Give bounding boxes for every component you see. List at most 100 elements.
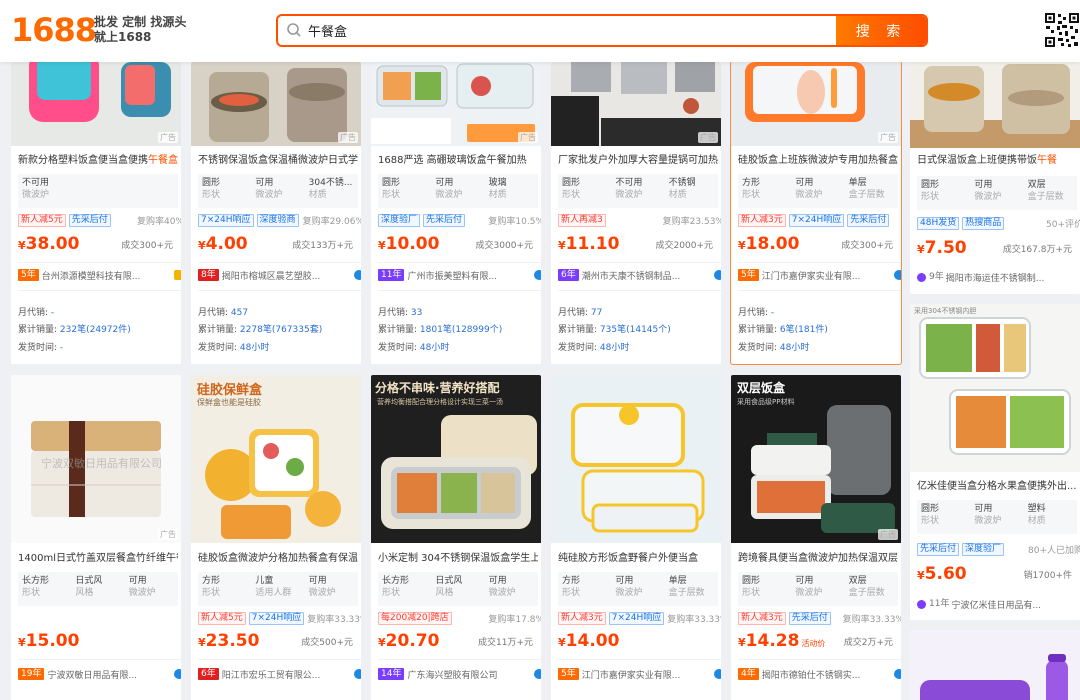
product-specs: 圆形 形状 可用 微波炉 双层 盒子层数 (917, 176, 1077, 210)
shop-info[interactable]: 5年 江门市嘉伊家实业有限... (558, 667, 721, 681)
shop-name[interactable]: 宁波亿米佳日用品有... (951, 598, 1080, 611)
product-image[interactable]: 宁波双敏日用品有限公司 广告 (11, 375, 181, 543)
shop-name[interactable]: 揭阳市榕城区晨艺塑胶... (222, 269, 351, 282)
search-button[interactable]: 搜 索 (836, 16, 926, 45)
product-card[interactable]: 广告 不锈钢保温饭盒保温桶微波炉日式学 圆形 形状 可用 微波炉 304不锈... 材… (191, 62, 361, 364)
product-title[interactable]: 厂家批发户外加厚大容量提锅可加热 (558, 154, 718, 168)
product-image[interactable]: 广告 (731, 62, 901, 146)
product-image[interactable]: 采用304不锈钢内胆 (910, 304, 1080, 472)
product-image[interactable] (910, 62, 1080, 148)
product-title[interactable]: 跨境餐具便当盒微波炉加热保温双层 (738, 552, 898, 566)
service-tag[interactable]: 7×24H响应 (608, 612, 665, 625)
verified-icon (714, 669, 721, 679)
product-image[interactable]: 广告 (551, 62, 721, 146)
product-title[interactable]: 日式保温饭盒上班便携带饭午餐 (917, 154, 1077, 168)
product-price: ¥11.10 (558, 234, 620, 254)
shop-info[interactable]: 14年 广东海兴塑胶有限公司 (378, 667, 541, 681)
shop-info[interactable]: 4年 揭阳市德铂仕不锈钢实... (738, 667, 901, 681)
shop-info[interactable]: 19年 宁波双敏日用品有限... (18, 667, 181, 681)
service-tag[interactable]: 深度验商 (256, 214, 299, 227)
shop-name[interactable]: 江门市嘉伊家实业有限... (582, 668, 711, 681)
service-tag[interactable]: 先采后付 (847, 214, 890, 227)
product-image[interactable]: 广告 (371, 62, 541, 146)
watermark: 宁波双敏日用品有限公司 (41, 457, 162, 470)
promo-tag[interactable]: 每200减20|跨店 (378, 612, 452, 625)
promo-tag[interactable]: 新人再减3 (558, 214, 606, 227)
search-input[interactable] (308, 16, 828, 45)
shop-name[interactable]: 阳江市宏乐工贸有限公... (222, 668, 351, 681)
sales-volume: 成交2万+元 (843, 638, 893, 648)
total-sales: 累计销量: 735笔(14145个) (558, 325, 671, 335)
service-tag[interactable]: 先采后付 (423, 214, 466, 227)
product-title[interactable]: 硅胶饭盒上班族微波炉专用加热餐盒 (738, 154, 898, 168)
service-tag[interactable]: 先采后付 (68, 214, 111, 227)
promo-tag[interactable]: 新人减3元 (558, 612, 606, 625)
product-title[interactable]: 1688严选 高硼玻璃饭盒午餐加热 (378, 154, 538, 168)
service-tag[interactable]: 7×24H响应 (788, 214, 845, 227)
product-image[interactable] (551, 375, 721, 543)
shop-name[interactable]: 宁波双敏日用品有限... (47, 668, 171, 681)
product-card[interactable]: 广告 厂家批发户外加厚大容量提锅可加热 圆形 形状 不可用 微波炉 不锈钢 材质 新人… (551, 62, 721, 364)
promo-tags: 新人减3元 先采后付 复购率33.33% (738, 611, 901, 626)
promo-tag[interactable]: 新人减3元 (738, 214, 786, 227)
product-title[interactable]: 纯硅胶方形饭盒野餐户外便当盒 (558, 552, 718, 566)
product-card[interactable]: 硅胶保鲜盒 保鲜盒也能是硅胶 硅胶饭盒微波炉分格加热餐盒有保温 方形 形状 儿童适… (191, 375, 361, 700)
service-tag[interactable]: 深度验厂 (962, 543, 1005, 556)
service-tag[interactable]: 先采后付 (917, 543, 960, 556)
service-tag[interactable]: 7×24H响应 (198, 214, 254, 227)
promo-tag[interactable]: 新人减5元 (198, 612, 246, 625)
product-specs: 长方形 形状 日式风 风格 可用 微波炉 (18, 572, 178, 606)
shop-name[interactable]: 广东海兴塑胶有限公司 (407, 668, 531, 681)
product-title[interactable]: 不锈钢保温饭盒保温桶微波炉日式学 (198, 154, 358, 168)
product-card[interactable]: 广告 硅胶饭盒上班族微波炉专用加热餐盒 方形 形状 可用 微波炉 单层 盒子层数 新人… (731, 62, 901, 364)
shop-name[interactable]: 揭阳市海运佳不锈钢制... (946, 271, 1080, 284)
product-card[interactable]: 纯硅胶方形饭盒野餐户外便当盒 方形 形状 可用 微波炉 单层 盒子层数 新人减3元 7… (551, 375, 721, 700)
shop-name[interactable]: 江门市嘉伊家实业有限... (762, 269, 891, 282)
shop-info[interactable]: 6年 潮州市天康不锈钢制品... (558, 268, 721, 282)
product-image[interactable]: 硅胶保鲜盒 保鲜盒也能是硅胶 (191, 375, 361, 543)
shop-icon (917, 599, 926, 609)
shop-info[interactable]: 11年 宁波亿米佳日用品有... (917, 597, 1080, 611)
shop-name[interactable]: 揭阳市德铂仕不锈钢实... (762, 668, 891, 681)
product-title[interactable]: 1400ml日式竹盖双层餐盒竹纤维午餐 (18, 552, 178, 566)
product-title[interactable]: 小米定制 304不锈钢保温饭盒学生上 (378, 552, 538, 566)
shop-name[interactable]: 台州添源模塑科技有限... (42, 269, 171, 282)
repurchase-rate: 复购率33.33% (667, 615, 721, 625)
product-card[interactable]: 广告 新款分格塑料饭盒便当盒便携午餐盒 不可用 微波炉 新人减5元 先采后付 复购… (11, 62, 181, 364)
product-image[interactable]: 广告 (191, 62, 361, 146)
service-tag[interactable]: 48H发货 (917, 217, 960, 230)
product-card[interactable]: 分格不串味·营养好搭配 营养均衡搭配合理分格设计实现三菜一汤 小米定制 304不… (371, 375, 541, 700)
product-title[interactable]: 硅胶饭盒微波炉分格加热餐盒有保温 (198, 552, 358, 566)
product-title[interactable]: 新款分格塑料饭盒便当盒便携午餐盒 (18, 154, 178, 168)
product-title[interactable]: 亿米佳便当盒分格水果盒便携外出... (917, 480, 1077, 494)
shop-info[interactable]: 9年 揭阳市海运佳不锈钢制... (917, 270, 1080, 284)
product-card[interactable]: 双层饭盒 采用食品级PP材料 广告 跨境餐具便当盒微波炉加热保温双层 圆形 形状 … (731, 375, 901, 700)
shop-info[interactable]: 8年 揭阳市榕城区晨艺塑胶... (198, 268, 361, 282)
service-tag[interactable]: 7×24H响应 (248, 612, 305, 625)
service-tag[interactable]: 热搜商品 (962, 217, 1005, 230)
product-card[interactable]: 广告 1688严选 高硼玻璃饭盒午餐加热 圆形 形状 可用 微波炉 玻璃 材质 深度验… (371, 62, 541, 364)
shop-info[interactable]: 5年 江门市嘉伊家实业有限... (738, 268, 901, 282)
shop-name[interactable]: 广州市振美塑料有限... (407, 269, 531, 282)
product-card[interactable]: 宁波双敏日用品有限公司 广告 1400ml日式竹盖双层餐盒竹纤维午餐 长方形 形状… (11, 375, 181, 700)
shop-name[interactable]: 潮州市天康不锈钢制品... (582, 269, 711, 282)
product-image[interactable]: 双层饭盒 采用食品级PP材料 广告 (731, 375, 901, 543)
promo-tag[interactable]: 新人减5元 (18, 214, 66, 227)
service-tag[interactable]: 深度验厂 (378, 214, 421, 227)
product-card[interactable]: 日式保温饭盒上班便携带饭午餐 圆形 形状 可用 微波炉 双层 盒子层数 48H发货 热… (910, 62, 1080, 294)
product-image[interactable]: 广告 (11, 62, 181, 146)
product-price: ¥15.00 (18, 631, 80, 651)
promo-tag[interactable]: 新人减3元 (738, 612, 786, 625)
spec-item: 圆形 形状 (921, 180, 940, 202)
ship-time: 发货时间: - (18, 343, 64, 353)
product-image[interactable]: 分格不串味·营养好搭配 营养均衡搭配合理分格设计实现三菜一汤 (371, 375, 541, 543)
product-card[interactable] (910, 630, 1080, 700)
shop-info[interactable]: 6年 阳江市宏乐工贸有限公... (198, 667, 361, 681)
service-tag[interactable]: 先采后付 (788, 612, 831, 625)
qr-code-icon[interactable] (1044, 12, 1080, 48)
product-card[interactable]: 采用304不锈钢内胆 亿米佳便当盒分格水果盒便携外出... 圆形 形状 可用 微波炉… (910, 304, 1080, 620)
product-image[interactable] (910, 630, 1080, 700)
shop-info[interactable]: 11年 广州市振美塑料有限... (378, 268, 541, 282)
shop-info[interactable]: 5年 台州添源模塑科技有限... (18, 268, 181, 282)
logo-1688[interactable]: 1688 (11, 12, 97, 48)
